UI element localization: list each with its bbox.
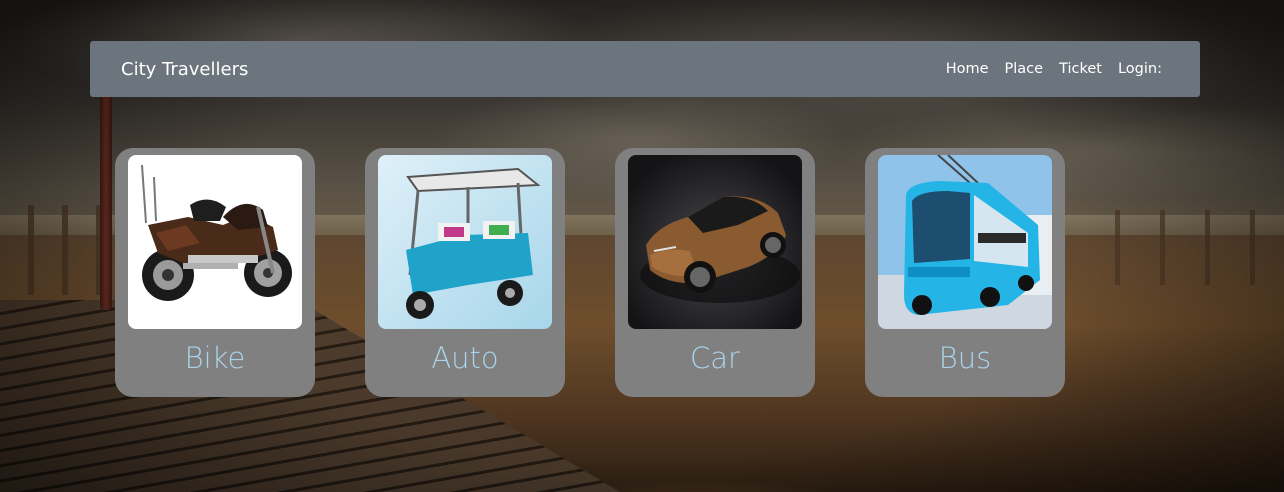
nav-link-place[interactable]: Place bbox=[1005, 61, 1044, 77]
vehicle-card-bike[interactable]: Bike bbox=[115, 148, 315, 397]
vehicle-card-bus[interactable]: Bus bbox=[865, 148, 1065, 397]
sports-car-image bbox=[628, 155, 802, 329]
nav-link-login[interactable]: Login: bbox=[1118, 61, 1162, 77]
vehicle-label: Bus bbox=[938, 341, 992, 375]
vehicle-label: Car bbox=[690, 341, 740, 375]
vehicle-cards: Bike Auto Car Bus bbox=[115, 148, 1065, 398]
nav-link-home[interactable]: Home bbox=[946, 61, 989, 77]
vehicle-label: Auto bbox=[431, 341, 499, 375]
vehicle-label: Bike bbox=[184, 341, 246, 375]
electric-bus-image bbox=[878, 155, 1052, 329]
motorcycle-image bbox=[128, 155, 302, 329]
vehicle-card-car[interactable]: Car bbox=[615, 148, 815, 397]
navbar: City Travellers Home Place Ticket Login: bbox=[90, 41, 1200, 97]
nav-links: Home Place Ticket Login: bbox=[946, 61, 1162, 77]
nav-link-ticket[interactable]: Ticket bbox=[1059, 61, 1102, 77]
auto-rickshaw-image bbox=[378, 155, 552, 329]
brand-link[interactable]: City Travellers bbox=[121, 59, 248, 80]
vehicle-card-auto[interactable]: Auto bbox=[365, 148, 565, 397]
